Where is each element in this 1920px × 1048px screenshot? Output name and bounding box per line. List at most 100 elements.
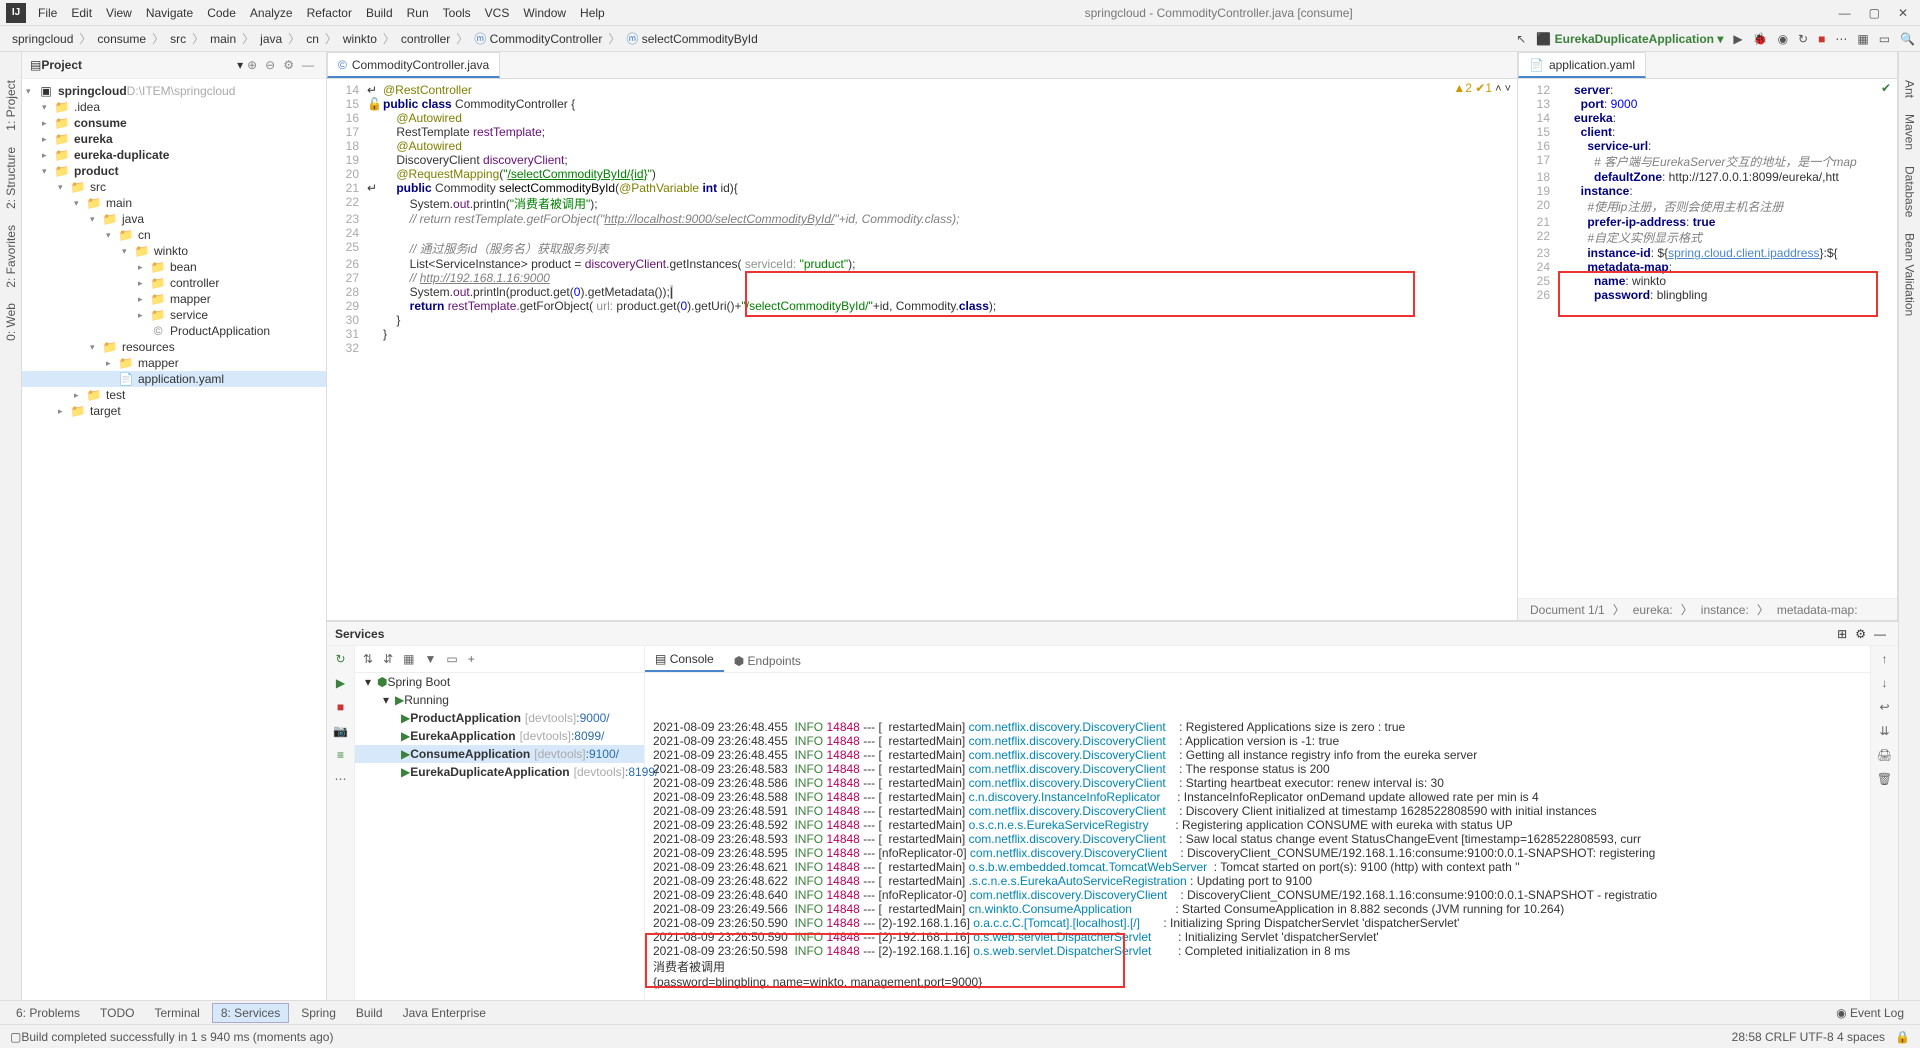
camera-icon[interactable]: 📷	[333, 724, 348, 738]
menu-code[interactable]: Code	[201, 4, 242, 22]
run-config-dropdown[interactable]: ⬛ EurekaDuplicateApplication ▾	[1531, 32, 1728, 46]
tab-endpoints[interactable]: ⬢ Endpoints	[724, 650, 811, 672]
project-tree[interactable]: ▾▣springcloud D:\ITEM\springcloud ▾📁.ide…	[22, 79, 326, 1000]
services-tree[interactable]: ⇅ ⇵ ▦ ▼ ▭ + ▾⬢ Spring Boot ▾▶ Running ▶ …	[355, 646, 645, 1000]
menu-refactor[interactable]: Refactor	[301, 4, 358, 22]
maximize-icon[interactable]: ▢	[1869, 6, 1880, 20]
breadcrumb-item[interactable]: java	[256, 32, 286, 46]
run-icon[interactable]: ▶	[336, 676, 345, 690]
vcs-icon[interactable]: ⋯	[1830, 32, 1852, 46]
right-tab[interactable]: Maven	[1901, 106, 1919, 158]
run-icon[interactable]: ▶	[1728, 32, 1747, 46]
tree-node[interactable]: ▾📁resources	[22, 339, 326, 355]
tree-node[interactable]: ▸📁service	[22, 307, 326, 323]
app-item[interactable]: ▶ EurekaApplication[devtools] :8099/	[355, 727, 644, 745]
app-item[interactable]: ▶ EurekaDuplicateApplication[devtools] :…	[355, 763, 644, 781]
breadcrumb-item[interactable]: ⓜ selectCommodityById	[622, 32, 761, 46]
tree-node[interactable]: ▸📁eureka	[22, 131, 326, 147]
menu-help[interactable]: Help	[574, 4, 611, 22]
tab-commodity-controller[interactable]: ©CommodityController.java	[327, 52, 500, 78]
bottom-tab-terminal[interactable]: Terminal	[146, 1004, 207, 1022]
tree-node[interactable]: ▸📁bean	[22, 259, 326, 275]
tree-node[interactable]: ▾📁winkto	[22, 243, 326, 259]
wrap-icon[interactable]: ↩	[1879, 700, 1889, 714]
lock-icon[interactable]: 🔒	[1885, 1030, 1910, 1044]
breadcrumbs[interactable]: springcloud〉consume〉src〉main〉java〉cn〉win…	[8, 30, 762, 47]
grid-icon[interactable]: ▦	[1852, 32, 1873, 46]
more-icon[interactable]: ⋯	[335, 772, 347, 786]
app-item[interactable]: ▶ ProductApplication[devtools] :9000/	[355, 709, 644, 727]
scroll-icon[interactable]: ⇊	[1879, 724, 1889, 738]
menu-analyze[interactable]: Analyze	[244, 4, 299, 22]
tree-node[interactable]: ▸📁controller	[22, 275, 326, 291]
page-icon[interactable]: ▭	[1874, 32, 1895, 46]
collapse-icon[interactable]: ⊕	[243, 58, 261, 72]
profile-icon[interactable]: ↻	[1793, 32, 1813, 46]
minimize-icon[interactable]: —	[1839, 6, 1851, 20]
bottom-tab-java-enterprise[interactable]: Java Enterprise	[395, 1004, 494, 1022]
tree-node[interactable]: ▸📁mapper	[22, 291, 326, 307]
debug-icon[interactable]: 🐞	[1748, 32, 1773, 46]
menu-view[interactable]: View	[100, 4, 138, 22]
breadcrumb-item[interactable]: src	[166, 32, 190, 46]
tree-node[interactable]: ©ProductApplication	[22, 323, 326, 339]
down-icon[interactable]: ↓	[1882, 676, 1888, 690]
left-tab[interactable]: 2: Structure	[2, 139, 20, 217]
left-tab[interactable]: 1: Project	[2, 72, 20, 139]
tab-application-yaml[interactable]: 📄application.yaml	[1518, 52, 1646, 78]
tree-node[interactable]: ▸📁target	[22, 403, 326, 419]
print-icon[interactable]: 🖨	[1877, 748, 1892, 762]
breadcrumb-item[interactable]: main	[206, 32, 240, 46]
menu-navigate[interactable]: Navigate	[140, 4, 199, 22]
menu-vcs[interactable]: VCS	[479, 4, 516, 22]
event-log-button[interactable]: ◉ Event Log	[1828, 1004, 1912, 1022]
services-gear-icon[interactable]: ⚙	[1851, 627, 1870, 641]
tab-console[interactable]: ▤ Console	[645, 648, 724, 672]
tree-node[interactable]: ▾📁main	[22, 195, 326, 211]
select-opened-icon[interactable]: ⊖	[261, 58, 279, 72]
expand-icon[interactable]: ⇅	[363, 652, 373, 666]
tree-node[interactable]: 📄application.yaml	[22, 371, 326, 387]
code-editor-left[interactable]: ▲2 ✔1 ˄ ˅ 14↵@RestController15🔓public cl…	[327, 79, 1517, 620]
gear-icon[interactable]: ⚙	[279, 58, 298, 72]
app-item[interactable]: ▶ ConsumeApplication[devtools] :9100/	[355, 745, 644, 763]
bottom-tab-spring[interactable]: Spring	[293, 1004, 344, 1022]
code-editor-right[interactable]: ✔ 12server:13 port: 900014eureka:15 clie…	[1518, 79, 1897, 598]
tree-node[interactable]: ▾📁java	[22, 211, 326, 227]
menu-file[interactable]: File	[32, 4, 63, 22]
rerun-icon[interactable]: ↻	[335, 652, 345, 666]
add-icon[interactable]: +	[468, 652, 475, 666]
grid-icon[interactable]: ▦	[403, 652, 414, 666]
tree-node[interactable]: ▾📁.idea	[22, 99, 326, 115]
right-tab[interactable]: Database	[1901, 158, 1919, 225]
tree-node[interactable]: ▾📁product	[22, 163, 326, 179]
left-tab[interactable]: 0: Web	[2, 295, 20, 349]
breadcrumb-item[interactable]: consume	[93, 32, 150, 46]
tree-node[interactable]: ▸📁eureka-duplicate	[22, 147, 326, 163]
services-layout-icon[interactable]: ⊞	[1833, 627, 1851, 641]
bottom-tab-services[interactable]: 8: Services	[212, 1003, 289, 1023]
right-tab[interactable]: Ant	[1901, 72, 1919, 106]
nav-back-icon[interactable]: ↖	[1511, 32, 1531, 46]
breadcrumb-item[interactable]: winkto	[339, 32, 381, 46]
right-tab[interactable]: Bean Validation	[1901, 225, 1919, 324]
menu-build[interactable]: Build	[360, 4, 399, 22]
menu-window[interactable]: Window	[517, 4, 572, 22]
inspections-summary[interactable]: ▲2 ✔1 ˄ ˅	[1453, 81, 1511, 95]
left-tab[interactable]: 2: Favorites	[2, 217, 20, 296]
tree-node[interactable]: ▸📁mapper	[22, 355, 326, 371]
bottom-tab-problems[interactable]: 6: Problems	[8, 1004, 88, 1022]
menu-run[interactable]: Run	[401, 4, 435, 22]
layout-icon[interactable]: ▭	[446, 652, 457, 666]
bottom-tab-todo[interactable]: TODO	[92, 1004, 142, 1022]
tree-node[interactable]: ▸📁test	[22, 387, 326, 403]
breadcrumb-item[interactable]: controller	[397, 32, 454, 46]
search-icon[interactable]: 🔍	[1895, 32, 1920, 46]
filter-icon[interactable]: ≡	[337, 748, 344, 762]
close-icon[interactable]: ✕	[1898, 6, 1908, 20]
hide-icon[interactable]: —	[298, 58, 318, 72]
breadcrumb-item[interactable]: cn	[302, 32, 323, 46]
stop-icon[interactable]: ■	[337, 700, 344, 714]
bottom-tab-build[interactable]: Build	[348, 1004, 391, 1022]
clear-icon[interactable]: 🗑	[1877, 772, 1892, 786]
